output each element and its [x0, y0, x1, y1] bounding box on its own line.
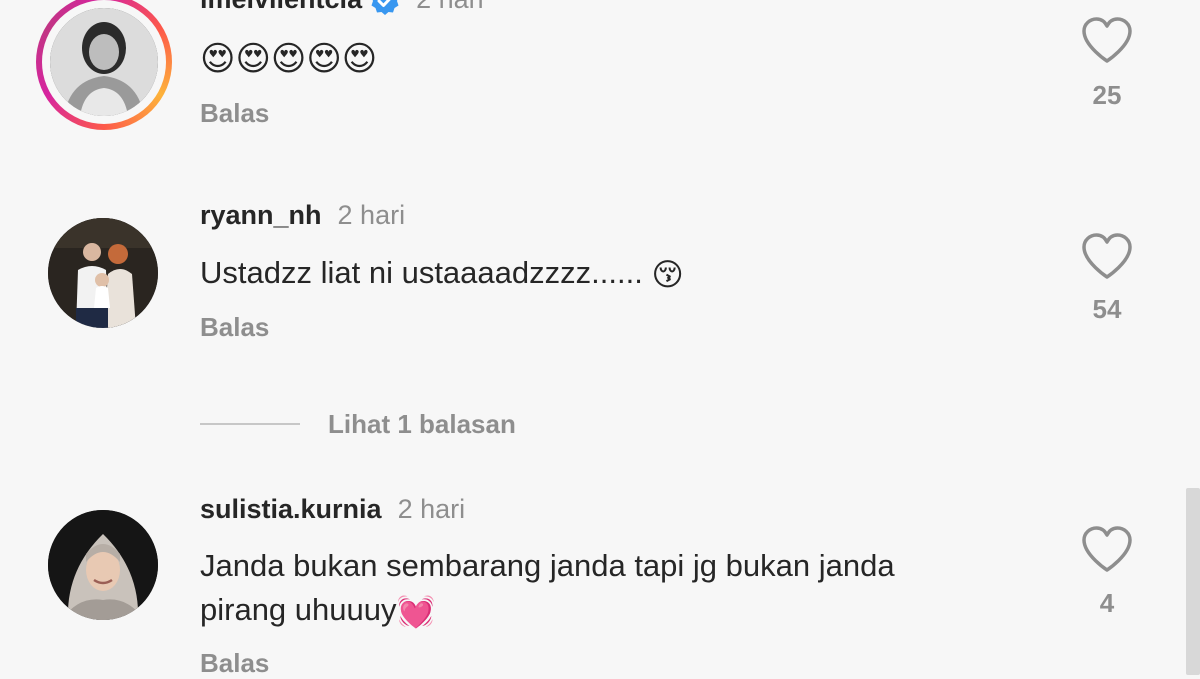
avatar[interactable] — [48, 218, 158, 328]
family-photo-icon — [48, 218, 158, 328]
like-count: 4 — [1099, 588, 1115, 618]
comment-text-line-2: pirang uhuuuy💓 — [200, 591, 435, 631]
username[interactable]: imelvilentcia — [200, 0, 362, 14]
verified-badge-icon — [371, 0, 399, 15]
beating-heart-emoji-icon: 💓 — [396, 593, 436, 629]
username[interactable]: ryann_nh — [200, 200, 322, 230]
username[interactable]: sulistia.kurnia — [200, 494, 382, 524]
like-count: 25 — [1092, 80, 1122, 110]
heart-icon[interactable] — [1080, 16, 1134, 64]
comment-text: 😍😍😍😍😍 — [200, 40, 378, 78]
scrollbar[interactable] — [1186, 488, 1200, 675]
comment-username-row: imelvilentcia 2 hari — [200, 0, 484, 16]
view-replies-button[interactable]: Lihat 1 balasan — [200, 406, 516, 442]
comment-item: imelvilentcia 2 hari 😍😍😍😍😍 Balas 25 — [0, 0, 1200, 140]
like-count: 54 — [1092, 294, 1122, 324]
comment-text-body: Ustadzz liat ni ustaaaadzzzz...... — [200, 255, 643, 290]
comment-time: 2 hari — [397, 494, 466, 524]
story-ring[interactable] — [36, 0, 172, 130]
hijab-woman-icon — [48, 510, 158, 620]
comment-text: Ustadzz liat ni ustaaaadzzzz...... 😚 — [200, 254, 684, 294]
reply-button[interactable]: Balas — [200, 648, 269, 679]
comment-username-row: ryann_nh 2 hari — [200, 200, 405, 231]
comment-text-body: pirang uhuuuy — [200, 592, 397, 627]
comment-text-line-1: Janda bukan sembarang janda tapi jg buka… — [200, 548, 895, 583]
kissing-face-emoji-icon: 😚 — [651, 256, 684, 292]
avatar[interactable] — [48, 510, 158, 620]
woman-portrait-icon — [50, 8, 158, 116]
heart-icon[interactable] — [1080, 525, 1134, 573]
avatar[interactable] — [50, 8, 158, 116]
divider-line — [200, 423, 300, 425]
reply-button[interactable]: Balas — [200, 312, 269, 343]
view-replies-label[interactable]: Lihat 1 balasan — [328, 409, 516, 440]
comment-username-row: sulistia.kurnia 2 hari — [200, 494, 465, 525]
comment-time: 2 hari — [416, 0, 484, 14]
reply-button[interactable]: Balas — [200, 98, 269, 129]
heart-icon[interactable] — [1080, 232, 1134, 280]
comment-time: 2 hari — [337, 200, 406, 230]
